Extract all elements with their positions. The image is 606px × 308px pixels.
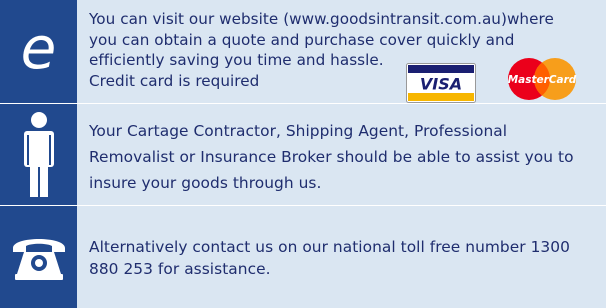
text-line: insure your goods through us. <box>89 174 322 192</box>
person-icon-shape <box>23 111 54 197</box>
text-line: You can visit our website (www.goodsintr… <box>89 10 554 28</box>
text-line: you can obtain a quote and purchase cove… <box>89 30 515 49</box>
text-line: Alternatively contact us on our national… <box>89 238 570 256</box>
text-line: 880 253 for assistance. <box>89 260 271 278</box>
e-letter-icon: e <box>0 0 77 103</box>
telephone-icon-shape <box>12 239 65 280</box>
text-line: Your Cartage Contractor, Shipping Agent,… <box>89 122 508 140</box>
phone-info-panel: Alternatively contact us on our national… <box>0 206 606 308</box>
visa-logo: VISA <box>406 63 476 103</box>
person-icon <box>0 104 77 205</box>
phone-info-text: Alternatively contact us on our national… <box>89 236 599 280</box>
telephone-icon <box>0 206 77 308</box>
e-letter-glyph: e <box>20 13 57 82</box>
intermediary-info-panel: Your Cartage Contractor, Shipping Agent,… <box>0 104 606 205</box>
intermediary-info-text: Your Cartage Contractor, Shipping Agent,… <box>89 118 599 196</box>
website-info-panel: e You can visit our website (www.goodsin… <box>0 0 606 103</box>
mastercard-logo: MasterCard <box>508 58 577 100</box>
text-line: Removalist or Insurance Broker should be… <box>89 148 574 166</box>
visa-logo-text: VISA <box>420 75 462 94</box>
mastercard-logo-text: MasterCard <box>508 74 577 86</box>
